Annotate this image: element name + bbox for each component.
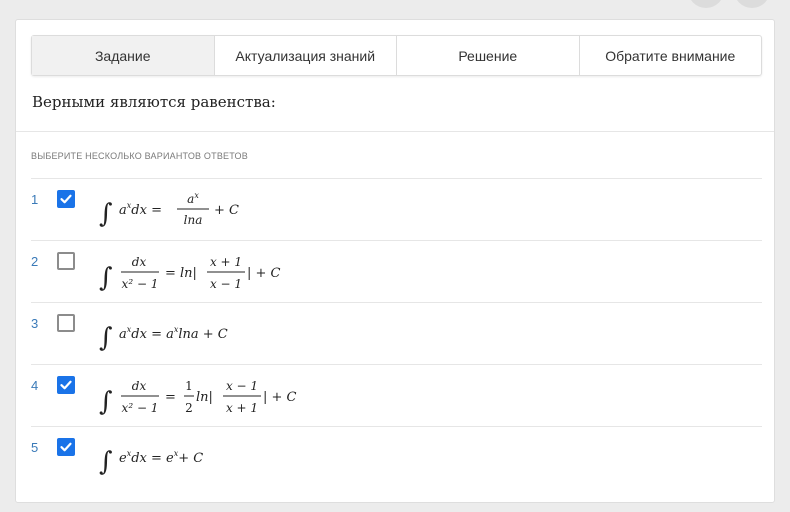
formula-3-svg: ∫ axdx = axlna + C — [99, 323, 228, 353]
formula-ln: ln| — [196, 390, 213, 405]
rhs-denominator: x + 1 — [226, 401, 258, 415]
formula-text: exdx = ex+ C — [119, 449, 203, 466]
formula-tail: + C — [214, 203, 239, 218]
answer-option-5[interactable]: 5 ∫ exdx = ex+ C — [31, 426, 762, 488]
integral-sign: ∫ — [99, 387, 113, 417]
tab-solution[interactable]: Решение — [396, 36, 579, 75]
formula-numerator: ax — [187, 191, 199, 206]
tab-attention[interactable]: Обратите внимание — [578, 36, 762, 75]
formula-5-svg: ∫ exdx = ex+ C — [99, 447, 203, 477]
formula-2: ∫ dx x² − 1 = ln| x + 1 x − 1 | + C — [97, 248, 357, 298]
formula-eq: = — [165, 390, 176, 405]
tab-knowledge[interactable]: Актуализация знаний — [213, 36, 397, 75]
integral-sign: ∫ — [99, 323, 113, 353]
option-checkbox-2[interactable] — [57, 252, 75, 270]
integral-sign: ∫ — [99, 263, 113, 293]
rhs-numerator: x + 1 — [210, 255, 242, 269]
answer-option-2[interactable]: 2 ∫ dx x² − 1 = ln| x + 1 x − 1 | + C — [31, 240, 762, 302]
instruction-label: ВЫБЕРИТЕ НЕСКОЛЬКО ВАРИАНТОВ ОТВЕТОВ — [31, 151, 248, 161]
lhs-denominator: x² − 1 — [122, 401, 159, 415]
formula-lhs: axdx = — [119, 201, 162, 218]
tab-bar: Задание Актуализация знаний Решение Обра… — [31, 35, 762, 76]
formula-4-svg: ∫ dx x² − 1 = 1 2 ln| x − 1 x + 1 | + C — [99, 379, 297, 417]
formula-2-svg: ∫ dx x² − 1 = ln| x + 1 x − 1 | + C — [99, 255, 281, 293]
check-icon — [60, 442, 72, 452]
formula-4: ∫ dx x² − 1 = 1 2 ln| x − 1 x + 1 | + C — [97, 372, 357, 422]
formula-denominator: lna — [184, 213, 203, 227]
formula-3: ∫ axdx = axlna + C — [97, 310, 317, 358]
lhs-numerator: dx — [132, 379, 147, 393]
formula-eq: = ln| — [165, 266, 197, 281]
formula-tail: | + C — [263, 390, 297, 405]
rhs-denominator: x − 1 — [210, 277, 242, 291]
option-checkbox-4[interactable] — [57, 376, 75, 394]
window-control-2[interactable] — [734, 0, 770, 8]
coef-numerator: 1 — [185, 379, 193, 393]
coef-denominator: 2 — [185, 401, 193, 415]
answer-option-3[interactable]: 3 ∫ axdx = axlna + C — [31, 302, 762, 364]
option-checkbox-3[interactable] — [57, 314, 75, 332]
formula-1-svg: ∫ axdx = ax lna + C — [99, 191, 239, 229]
formula-text: axdx = axlna + C — [119, 325, 228, 342]
answer-options: 1 ∫ axdx = ax lna + C 2 ∫ dx x² − 1 = ln… — [31, 178, 762, 488]
formula-5: ∫ exdx = ex+ C — [97, 434, 317, 482]
check-icon — [60, 194, 72, 204]
rhs-numerator: x − 1 — [226, 379, 258, 393]
option-checkbox-5[interactable] — [57, 438, 75, 456]
window-control-1[interactable] — [688, 0, 724, 8]
formula-tail: | + C — [247, 266, 281, 281]
option-checkbox-1[interactable] — [57, 190, 75, 208]
option-number: 1 — [31, 192, 39, 207]
divider — [16, 131, 774, 132]
formula-1: ∫ axdx = ax lna + C — [97, 186, 317, 234]
answer-option-1[interactable]: 1 ∫ axdx = ax lna + C — [31, 178, 762, 240]
option-number: 2 — [31, 254, 39, 269]
question-text: Верными являются равенства: — [32, 93, 276, 111]
option-number: 3 — [31, 316, 39, 331]
answer-option-4[interactable]: 4 ∫ dx x² − 1 = 1 2 ln| x − 1 x + 1 | + … — [31, 364, 762, 426]
check-icon — [60, 380, 72, 390]
integral-sign: ∫ — [99, 447, 113, 477]
task-card: Задание Актуализация знаний Решение Обра… — [15, 19, 775, 503]
tab-task[interactable]: Задание — [32, 36, 214, 75]
option-number: 5 — [31, 440, 39, 455]
integral-sign: ∫ — [99, 199, 113, 229]
lhs-numerator: dx — [132, 255, 147, 269]
lhs-denominator: x² − 1 — [122, 277, 159, 291]
option-number: 4 — [31, 378, 39, 393]
